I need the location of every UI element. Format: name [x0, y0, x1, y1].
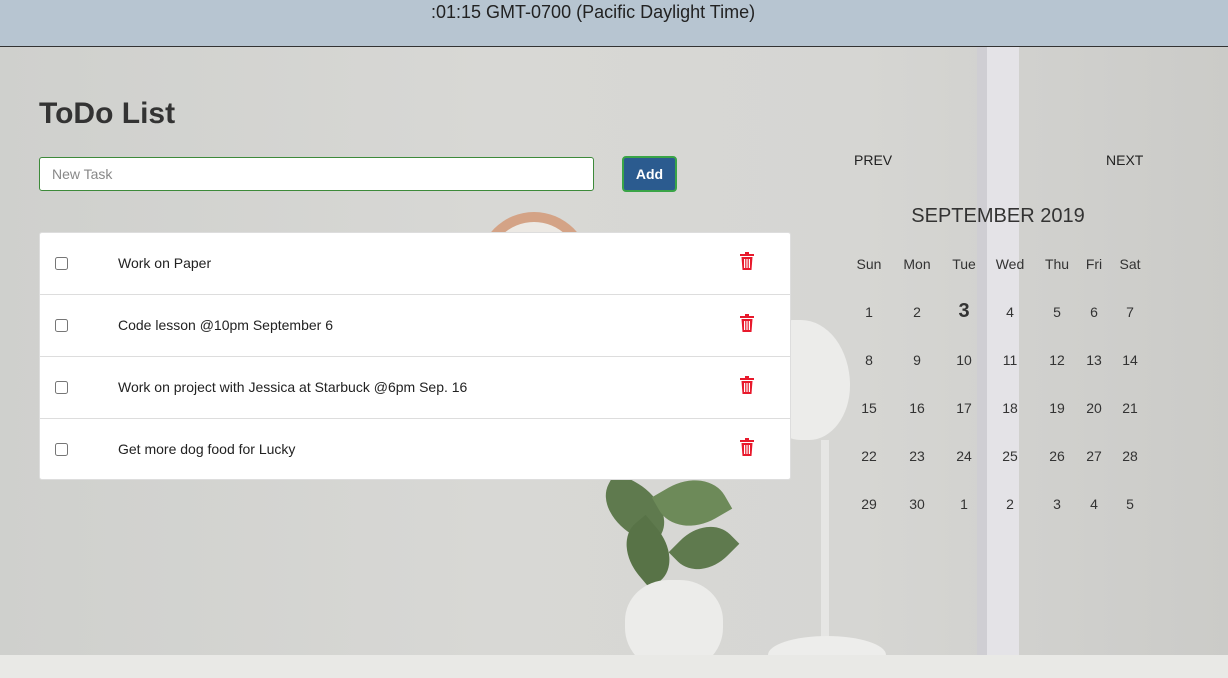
calendar-weekday-mon: Mon [903, 256, 931, 272]
calendar-weekday-sun: Sun [856, 256, 882, 272]
calendar-weekday-tue: Tue [952, 256, 976, 272]
calendar-day[interactable]: 24 [941, 448, 987, 464]
add-task-button[interactable]: Add [622, 156, 677, 192]
task-item: Code lesson @10pm September 6 [40, 295, 790, 357]
calendar-day[interactable]: 23 [894, 448, 940, 464]
trash-icon [740, 252, 754, 270]
calendar-day[interactable]: 8 [846, 352, 892, 368]
task-text: Get more dog food for Lucky [118, 441, 296, 457]
new-task-input[interactable] [39, 157, 594, 191]
delete-task-button[interactable] [740, 252, 758, 272]
task-item: Get more dog food for Lucky [40, 419, 790, 479]
calendar-day[interactable]: 25 [987, 448, 1033, 464]
task-checkbox[interactable] [55, 257, 68, 270]
delete-task-button[interactable] [740, 314, 758, 334]
page-title: ToDo List [39, 97, 176, 130]
background-plant-leaf [611, 514, 685, 590]
calendar-day[interactable]: 4 [987, 304, 1033, 320]
task-checkbox[interactable] [55, 319, 68, 332]
background-lamp-base [768, 636, 886, 674]
background-lamp-pole [821, 440, 829, 650]
background-desk [0, 655, 1228, 678]
calendar-day[interactable]: 1 [941, 496, 987, 512]
calendar-weekday-wed: Wed [995, 256, 1025, 272]
calendar-day[interactable]: 17 [941, 400, 987, 416]
calendar-day[interactable]: 22 [846, 448, 892, 464]
calendar-next-button[interactable]: NEXT [1106, 152, 1143, 168]
calendar-prev-button[interactable]: PREV [854, 152, 892, 168]
calendar-day[interactable]: 30 [894, 496, 940, 512]
calendar-day[interactable]: 2 [987, 496, 1033, 512]
background-plant-leaf [592, 471, 678, 547]
task-item: Work on project with Jessica at Starbuck… [40, 357, 790, 419]
task-text: Code lesson @10pm September 6 [118, 317, 333, 333]
calendar-day[interactable]: 10 [941, 352, 987, 368]
calendar-day[interactable]: 7 [1107, 304, 1153, 320]
background-plant-pot [625, 580, 723, 672]
time-banner: :01:15 GMT-0700 (Pacific Daylight Time) [0, 0, 1228, 47]
background-plant-leaf [668, 512, 740, 584]
task-text: Work on project with Jessica at Starbuck… [118, 379, 468, 395]
calendar-day[interactable]: 15 [846, 400, 892, 416]
calendar-day[interactable]: 14 [1107, 352, 1153, 368]
calendar-day[interactable]: 28 [1107, 448, 1153, 464]
calendar-day-today[interactable]: 3 [941, 300, 987, 323]
delete-task-button[interactable] [740, 438, 758, 458]
calendar-day[interactable]: 5 [1107, 496, 1153, 512]
delete-task-button[interactable] [740, 376, 758, 396]
calendar-day[interactable]: 11 [987, 352, 1033, 368]
task-checkbox[interactable] [55, 443, 68, 456]
trash-icon [740, 376, 754, 394]
calendar-weekday-sat: Sat [1119, 256, 1141, 272]
calendar-day[interactable]: 1 [846, 304, 892, 320]
task-list: Work on Paper Code lesson @10pm Septembe… [39, 232, 791, 480]
task-item: Work on Paper [40, 233, 790, 295]
time-banner-text: :01:15 GMT-0700 (Pacific Daylight Time) [431, 2, 756, 22]
calendar-day[interactable]: 29 [846, 496, 892, 512]
task-text: Work on Paper [118, 255, 212, 271]
calendar-month-label: SEPTEMBER 2019 [911, 205, 1085, 227]
trash-icon [740, 438, 754, 456]
task-checkbox[interactable] [55, 381, 68, 394]
calendar-day[interactable]: 16 [894, 400, 940, 416]
calendar-day[interactable]: 21 [1107, 400, 1153, 416]
calendar-day[interactable]: 9 [894, 352, 940, 368]
calendar-day[interactable]: 2 [894, 304, 940, 320]
trash-icon [740, 314, 754, 332]
calendar-day[interactable]: 18 [987, 400, 1033, 416]
